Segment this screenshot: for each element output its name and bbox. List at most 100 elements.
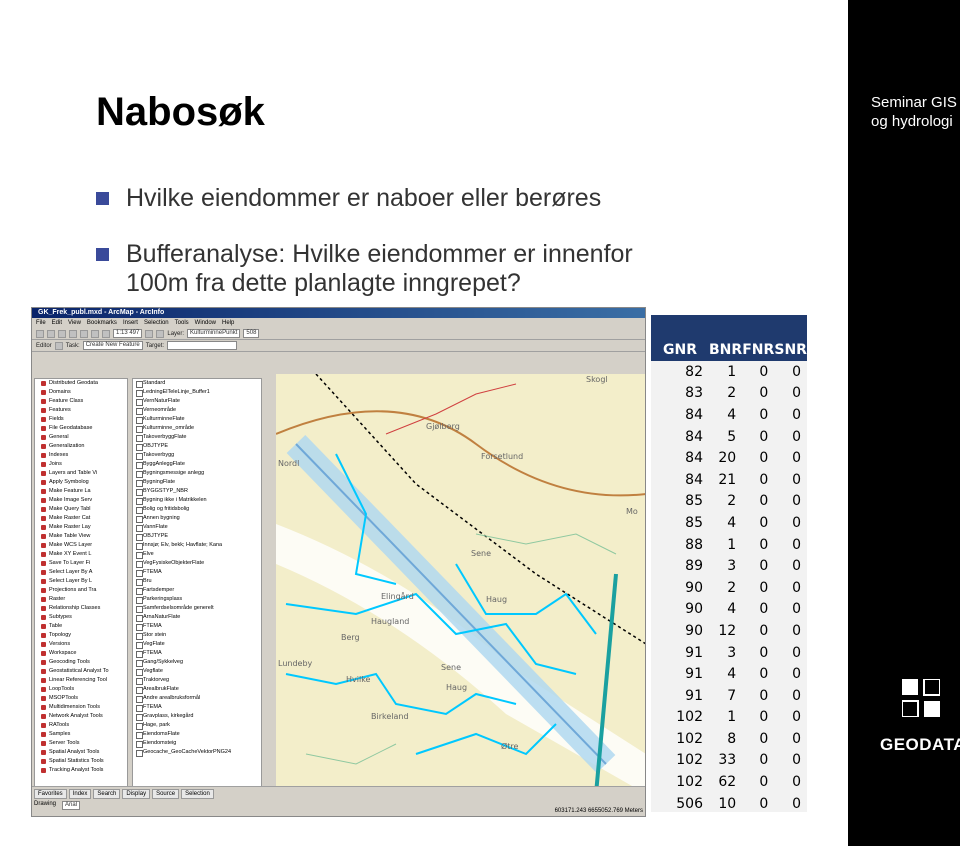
menu-selection[interactable]: Selection [144,318,169,328]
font-select[interactable]: Arial [62,801,81,810]
toolbox-item[interactable]: Spatial Statistics Tools [35,757,127,766]
toc-layer-item[interactable]: Gravplass, kirkegård [133,712,261,721]
toc-layer-item[interactable]: Parkeringsplass [133,595,261,604]
toolbox-item[interactable]: Projections and Tra [35,586,127,595]
toc-layer-item[interactable]: VannFlate [133,523,261,532]
toolbox-item[interactable]: Topology [35,631,127,640]
toc-layer-item[interactable]: ByggAnleggFlate [133,460,261,469]
toc-layer-item[interactable]: Bygning ikke i Matrikkelen [133,496,261,505]
toolbox-item[interactable]: Geostatistical Analyst To [35,667,127,676]
toc-layer-item[interactable]: FTEMA [133,649,261,658]
toolbox-item[interactable]: Make Feature La [35,487,127,496]
menu-tools[interactable]: Tools [175,318,189,328]
toolbox-item[interactable]: Linear Referencing Tool [35,676,127,685]
toc-layer-item[interactable]: ArnaNaturFlate [133,613,261,622]
tab-display[interactable]: Display [122,789,151,799]
toc-layer-item[interactable]: Innsjø; Elv, bekk; Havflate; Kana [133,541,261,550]
toolbox-item[interactable]: RATools [35,721,127,730]
toc-layer-item[interactable]: KulturminneFlate [133,415,261,424]
cut-icon[interactable] [80,329,88,338]
toolbox-item[interactable]: Spatial Analyst Tools [35,748,127,757]
menu-file[interactable]: File [36,318,46,328]
toc-layer-item[interactable]: FTEMA [133,703,261,712]
toc-layer-item[interactable]: Bru [133,577,261,586]
toc-layer-item[interactable]: LedningElTeleLinje_Buffer1 [133,388,261,397]
toolbox-item[interactable]: Features [35,406,127,415]
tab-source[interactable]: Source [152,789,180,799]
print-icon[interactable] [69,329,77,338]
toc-layer-item[interactable]: BYGGSTYP_NBR [133,487,261,496]
toolbox-item[interactable]: Table [35,622,127,631]
scale-field-2[interactable]: 508 [243,329,260,338]
toolbox-item[interactable]: Layers and Table Vi [35,469,127,478]
menu-bookmarks[interactable]: Bookmarks [87,318,117,328]
scale-field[interactable]: 1:13 497 [113,329,143,338]
toolbox-item[interactable]: Geocoding Tools [35,658,127,667]
toolbox-item[interactable]: Subtypes [35,613,127,622]
tab-favorites[interactable]: Favorites [34,789,67,799]
toolbox-item[interactable]: Network Analyst Tools [35,712,127,721]
toolbox-item[interactable]: Tracking Analyst Tools [35,766,127,775]
toc-layer-item[interactable]: Hage, park [133,721,261,730]
toolbox-item[interactable]: Make Raster Lay [35,523,127,532]
toc-layer-item[interactable]: Andre arealbruksformål [133,694,261,703]
paste-icon[interactable] [102,329,110,338]
toolbox-item[interactable]: Joins [35,460,127,469]
menu-edit[interactable]: Edit [52,318,62,328]
toolbox-item[interactable]: File Geodatabase [35,424,127,433]
toc-layer-item[interactable]: Standard [133,379,261,388]
tab-index[interactable]: Index [68,789,92,799]
toc-layer-item[interactable]: Vegflate [133,667,261,676]
toc-layer-item[interactable]: Takoverbygg [133,451,261,460]
drawing-menu[interactable]: Drawing [34,801,56,810]
toolbox-item[interactable]: Apply Symbolog [35,478,127,487]
toc-layer-item[interactable]: Fartsdemper [133,586,261,595]
task-select[interactable]: Create New Feature [82,341,143,350]
toolbox-item[interactable]: Raster [35,595,127,604]
open-icon[interactable] [47,329,55,338]
toc-layer-item[interactable]: Traktorveg [133,676,261,685]
copy-icon[interactable] [91,329,99,338]
target-select[interactable] [167,341,238,350]
add-data-icon[interactable] [145,329,154,338]
menu-window[interactable]: Window [195,318,216,328]
toolbox-item[interactable]: Versions [35,640,127,649]
toc-layer-item[interactable]: Gang/Sykkelveg [133,658,261,667]
toc-layer-item[interactable]: Eiendomsteig [133,739,261,748]
toc-layer-item[interactable]: FTEMA [133,568,261,577]
toc-layer-item[interactable]: VernNaturFlate [133,397,261,406]
toolbox-item[interactable]: Multidimension Tools [35,703,127,712]
toc-layer-item[interactable]: TakoverbyggFlate [133,433,261,442]
toc-layer-item[interactable]: BygningFlate [133,478,261,487]
map-canvas[interactable]: Skogl Gjølberg Forsetlund Mo Nordl Sene … [276,374,646,794]
toc-layer-item[interactable]: ArealbrukFlate [133,685,261,694]
map-view[interactable]: Skogl Gjølberg Forsetlund Mo Nordl Sene … [276,374,646,794]
menu-help[interactable]: Help [222,318,234,328]
toolbox-item[interactable]: General [35,433,127,442]
toolbox-item[interactable]: MSOPTools [35,694,127,703]
menu-view[interactable]: View [68,318,81,328]
toc-layer-item[interactable]: Bygningsmessige anlegg [133,469,261,478]
new-icon[interactable] [36,329,44,338]
toolbox-item[interactable]: Make Image Serv [35,496,127,505]
toc-layer-item[interactable]: EiendomsFlate [133,730,261,739]
toolbox-item[interactable]: Generalization [35,442,127,451]
toolbox-item[interactable]: Make WCS Layer [35,541,127,550]
toc-layer-item[interactable]: Annen bygning [133,514,261,523]
toolbox-item[interactable]: Save To Layer Fi [35,559,127,568]
toolbox-item[interactable]: Select Layer By L [35,577,127,586]
toc-layer-item[interactable]: Stor stein [133,631,261,640]
toolbox-item[interactable]: Workspace [35,649,127,658]
toolbox-item[interactable]: Indexes [35,451,127,460]
toolbox-item[interactable]: LoopTools [35,685,127,694]
editor-toolbar-icon[interactable] [156,329,165,338]
toc-layer-item[interactable]: VegFysiskeObjekterFlate [133,559,261,568]
toc-layer-item[interactable]: Kulturminne_område [133,424,261,433]
menu-insert[interactable]: Insert [123,318,138,328]
toolbox-item[interactable]: Make Query Tabl [35,505,127,514]
toolbox-item[interactable]: Server Tools [35,739,127,748]
toolbox-item[interactable]: Distributed Geodata [35,379,127,388]
toolbox-item[interactable]: Feature Class [35,397,127,406]
toolbox-item[interactable]: Samples [35,730,127,739]
layer-select[interactable]: KulturminnePunkt [187,329,241,338]
